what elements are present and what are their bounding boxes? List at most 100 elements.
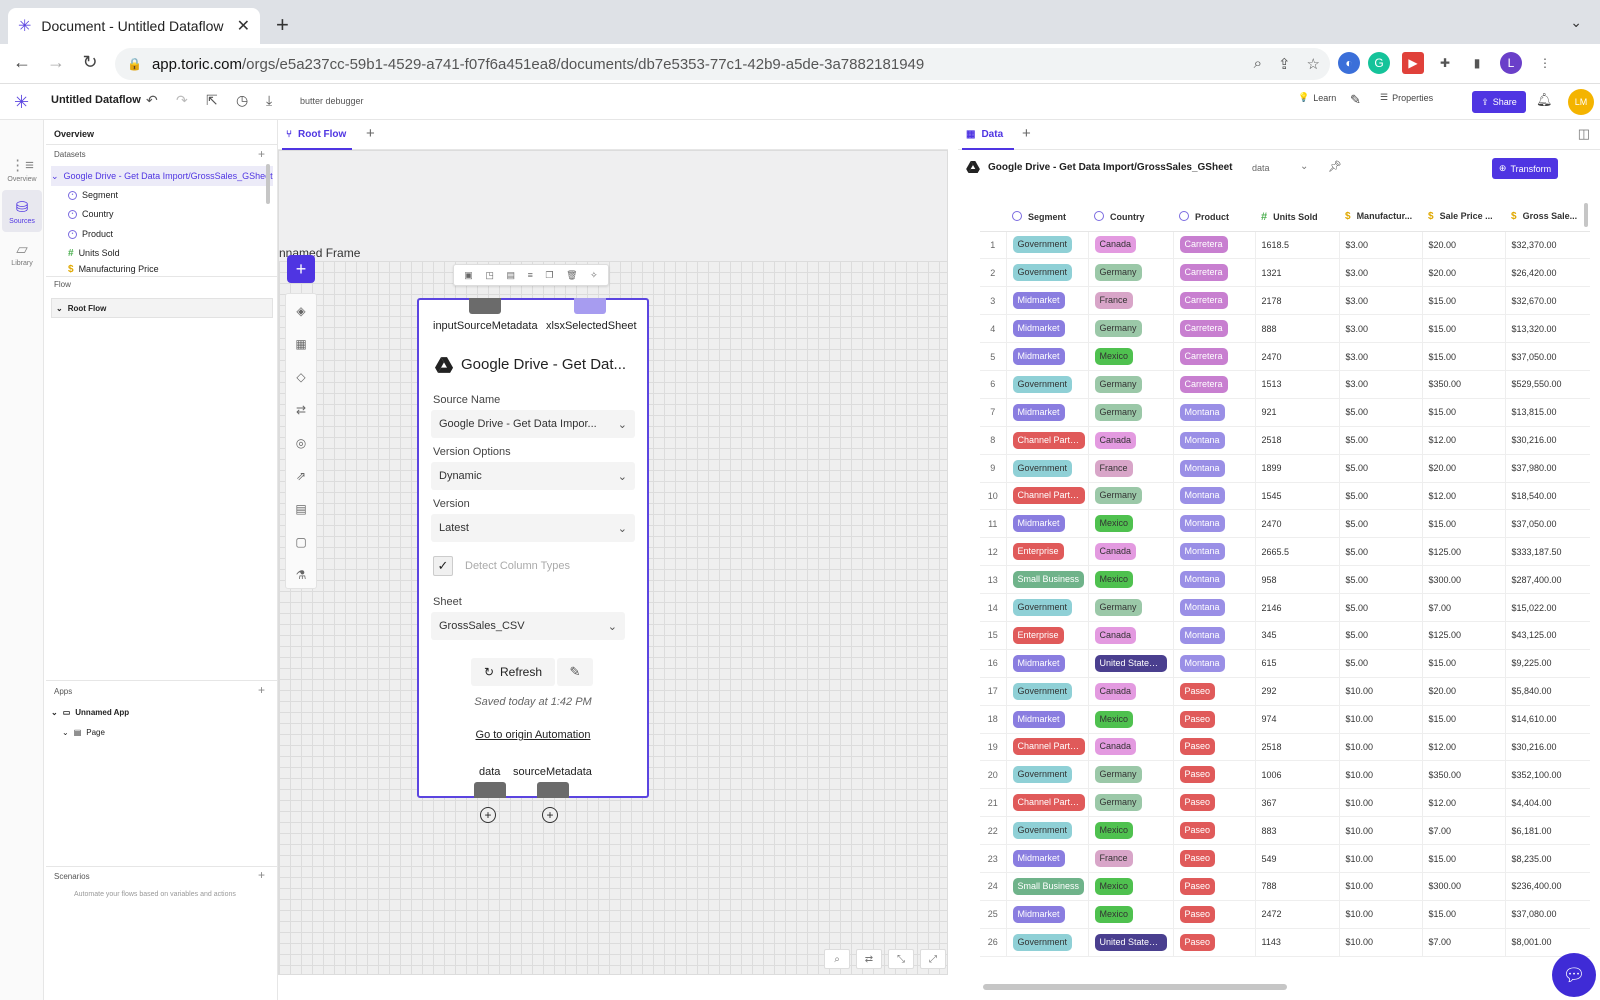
table-cell[interactable]: Canada	[1088, 733, 1174, 762]
table-cell[interactable]: $15.00	[1422, 509, 1506, 539]
table-cell[interactable]: 1321	[1255, 258, 1340, 288]
auto-layout-icon[interactable]: ⇄	[856, 949, 882, 969]
table-cell[interactable]: 788	[1255, 872, 1340, 901]
table-cell[interactable]: Government	[1006, 760, 1089, 790]
table-cell[interactable]: Paseo	[1173, 705, 1256, 734]
table-row[interactable]: 22 Government Mexico Paseo 883 $10.00 $7.00 $6,…	[980, 816, 1590, 846]
add-downstream-icon[interactable]: +	[480, 807, 496, 823]
field-item[interactable]: • Product	[68, 224, 268, 244]
chat-support-button[interactable]: 💬︎	[1552, 953, 1596, 997]
collapse-icon[interactable]: ⤡	[888, 949, 914, 969]
table-cell[interactable]: 883	[1255, 816, 1340, 846]
table-cell[interactable]: 1513	[1255, 370, 1340, 399]
table-cell[interactable]: $236,400.00	[1505, 872, 1590, 901]
transform-button[interactable]: ⊕ Transform	[1492, 158, 1558, 179]
table-cell[interactable]: Paseo	[1173, 733, 1256, 762]
extension-icon[interactable]: ◐	[1338, 52, 1360, 74]
table-cell[interactable]: Germany	[1088, 370, 1174, 399]
table-cell[interactable]: $5.00	[1339, 454, 1423, 483]
table-row[interactable]: 9 Government France Montana 1899 $5.00 $20.00 $…	[980, 454, 1590, 483]
table-cell[interactable]: Germany	[1088, 398, 1174, 427]
column-header[interactable]: # Units Sold	[1255, 203, 1339, 232]
table-cell[interactable]: $5,840.00	[1505, 677, 1590, 706]
sheet-select[interactable]: GrossSales_CSV ⌄	[431, 612, 625, 640]
table-cell[interactable]: $18,540.00	[1505, 482, 1590, 511]
table-cell[interactable]: 2470	[1255, 509, 1340, 539]
hint-icon[interactable]: ✧	[590, 270, 598, 281]
app-item[interactable]: ⌄ ▭ Unnamed App	[51, 702, 273, 722]
table-cell[interactable]: Carretera	[1173, 370, 1256, 399]
pin-icon[interactable]: 📌︎	[1328, 160, 1342, 173]
table-cell[interactable]: 974	[1255, 705, 1340, 734]
table-cell[interactable]: Montana	[1173, 537, 1256, 567]
table-row[interactable]: 3 Midmarket France Carretera 2178 $3.00 $15.00…	[980, 286, 1590, 316]
rail-overview[interactable]: ⋮≡ Overview	[2, 148, 42, 190]
table-cell[interactable]: $30,216.00	[1505, 426, 1590, 455]
table-row[interactable]: 6 Government Germany Carretera 1513 $3.00 $350…	[980, 370, 1590, 399]
table-cell[interactable]: Mexico	[1088, 872, 1174, 901]
table-horizontal-scrollbar[interactable]	[983, 984, 1287, 990]
table-cell[interactable]: $125.00	[1422, 621, 1506, 650]
table-cell[interactable]: 958	[1255, 565, 1340, 595]
table-cell[interactable]: $3.00	[1339, 314, 1423, 344]
table-cell[interactable]: Germany	[1088, 314, 1174, 344]
table-cell[interactable]: $15.00	[1422, 844, 1506, 873]
table-cell[interactable]: Montana	[1173, 509, 1256, 539]
diamond-tool-icon[interactable]: ◇	[286, 362, 316, 392]
column-header[interactable]: Segment	[1006, 203, 1088, 232]
close-tab-icon[interactable]: ✕	[237, 16, 250, 36]
table-cell[interactable]: $37,050.00	[1505, 342, 1590, 371]
split-view-icon[interactable]: ◫	[1578, 126, 1590, 142]
learn-button[interactable]: 💡 Learn	[1298, 92, 1336, 103]
table-cell[interactable]: $5.00	[1339, 565, 1423, 595]
export-tool-icon[interactable]: ⇗	[286, 461, 316, 491]
table-cell[interactable]: Midmarket	[1006, 314, 1089, 344]
table-cell[interactable]: $10.00	[1339, 928, 1423, 957]
table-row[interactable]: 26 Government United States ... Paseo 1143 $1…	[980, 928, 1590, 957]
notifications-bell-icon[interactable]: 🔔︎	[1536, 92, 1553, 108]
edit-button[interactable]: ✎	[557, 658, 593, 686]
table-cell[interactable]: Government	[1006, 231, 1089, 260]
add-dataset-icon[interactable]: +	[258, 147, 265, 161]
table-cell[interactable]: $12.00	[1422, 788, 1506, 818]
side-panel-icon[interactable]: ▮	[1466, 52, 1488, 74]
table-cell[interactable]: $333,187.50	[1505, 537, 1590, 567]
page-item[interactable]: ⌄ ▤ Page	[62, 722, 262, 742]
table-cell[interactable]: Paseo	[1173, 788, 1256, 818]
table-cell[interactable]: $8,235.00	[1505, 844, 1590, 873]
table-cell[interactable]: $10.00	[1339, 733, 1423, 762]
column-header[interactable]: Country	[1088, 203, 1173, 232]
table-cell[interactable]: $5.00	[1339, 482, 1423, 511]
table-cell[interactable]: $3.00	[1339, 342, 1423, 371]
table-cell[interactable]: Canada	[1088, 677, 1174, 706]
data-table-container[interactable]: Segment Country Product # Units Sold $ Man…	[980, 203, 1590, 963]
table-cell[interactable]: 2146	[1255, 593, 1340, 622]
zoom-fit-icon[interactable]: ⌕	[824, 949, 850, 969]
input-port-source-metadata[interactable]	[469, 298, 501, 314]
table-cell[interactable]: Mexico	[1088, 900, 1174, 929]
table-cell[interactable]: $15.00	[1422, 398, 1506, 427]
chart-tool-icon[interactable]: ◎	[286, 428, 316, 458]
table-cell[interactable]: Midmarket	[1006, 649, 1089, 678]
add-tab-icon[interactable]: +	[366, 125, 375, 142]
column-header[interactable]: $ Sale Price ...	[1422, 203, 1505, 232]
undo-icon[interactable]: ↶	[146, 92, 158, 109]
table-row[interactable]: 18 Midmarket Mexico Paseo 974 $10.00 $15.00 $14…	[980, 705, 1590, 734]
expand-icon[interactable]: ⤢	[920, 949, 946, 969]
back-icon[interactable]: ←	[10, 52, 34, 73]
table-row[interactable]: 15 Enterprise Canada Montana 345 $5.00 $125.00…	[980, 621, 1590, 650]
table-cell[interactable]: $5.00	[1339, 509, 1423, 539]
table-vertical-scrollbar[interactable]	[1584, 203, 1588, 227]
table-cell[interactable]: Canada	[1088, 537, 1174, 567]
table-cell[interactable]: $350.00	[1422, 760, 1506, 790]
table-cell[interactable]: Montana	[1173, 565, 1256, 595]
table-cell[interactable]: $15.00	[1422, 900, 1506, 929]
table-cell[interactable]: 921	[1255, 398, 1340, 427]
toric-logo-icon[interactable]: ✳	[14, 92, 29, 113]
table-cell[interactable]: $32,370.00	[1505, 231, 1590, 260]
forward-icon[interactable]: →	[44, 52, 68, 73]
table-cell[interactable]: Germany	[1088, 760, 1174, 790]
table-row[interactable]: 12 Enterprise Canada Montana 2665.5 $5.00 $125…	[980, 537, 1590, 567]
table-cell[interactable]: $10.00	[1339, 760, 1423, 790]
browser-menu-icon[interactable]: ⋮	[1534, 52, 1556, 74]
